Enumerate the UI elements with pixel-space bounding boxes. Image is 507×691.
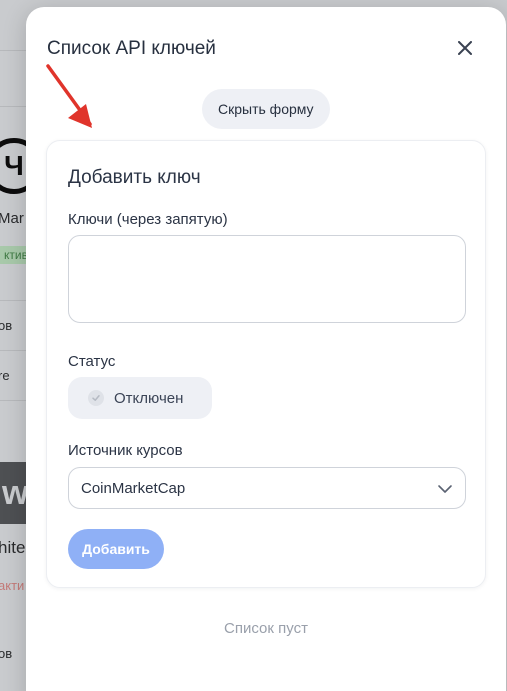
hide-form-button[interactable]: Скрыть форму [202, 89, 330, 129]
source-label: Источник курсов [68, 442, 183, 459]
background-text: ов [0, 646, 13, 661]
check-icon [88, 390, 104, 406]
close-button[interactable] [454, 37, 476, 59]
add-key-form: Добавить ключ Ключи (через запятую) Стат… [46, 140, 486, 588]
modal-title: Список API ключей [47, 38, 216, 59]
chevron-down-icon [438, 485, 452, 493]
form-title: Добавить ключ [68, 167, 201, 188]
status-label: Статус [68, 353, 116, 370]
background-text: акти [0, 578, 25, 593]
status-toggle[interactable]: Отключен [68, 377, 212, 419]
annotation-arrow-icon [46, 64, 92, 128]
background-text: hite [0, 538, 26, 557]
status-value: Отключен [114, 389, 184, 407]
rate-source-value: CoinMarketCap [81, 479, 186, 497]
empty-list-text: Список пуст [224, 620, 308, 637]
background-text: re [0, 368, 10, 383]
keys-textarea[interactable] [68, 235, 466, 323]
background-text: Mar [0, 210, 24, 227]
rate-source-select[interactable]: CoinMarketCap [68, 467, 466, 509]
keys-label: Ключи (через запятую) [68, 211, 228, 228]
background-text: ов [0, 318, 13, 333]
add-key-button[interactable]: Добавить [68, 529, 164, 569]
close-icon [458, 41, 472, 55]
